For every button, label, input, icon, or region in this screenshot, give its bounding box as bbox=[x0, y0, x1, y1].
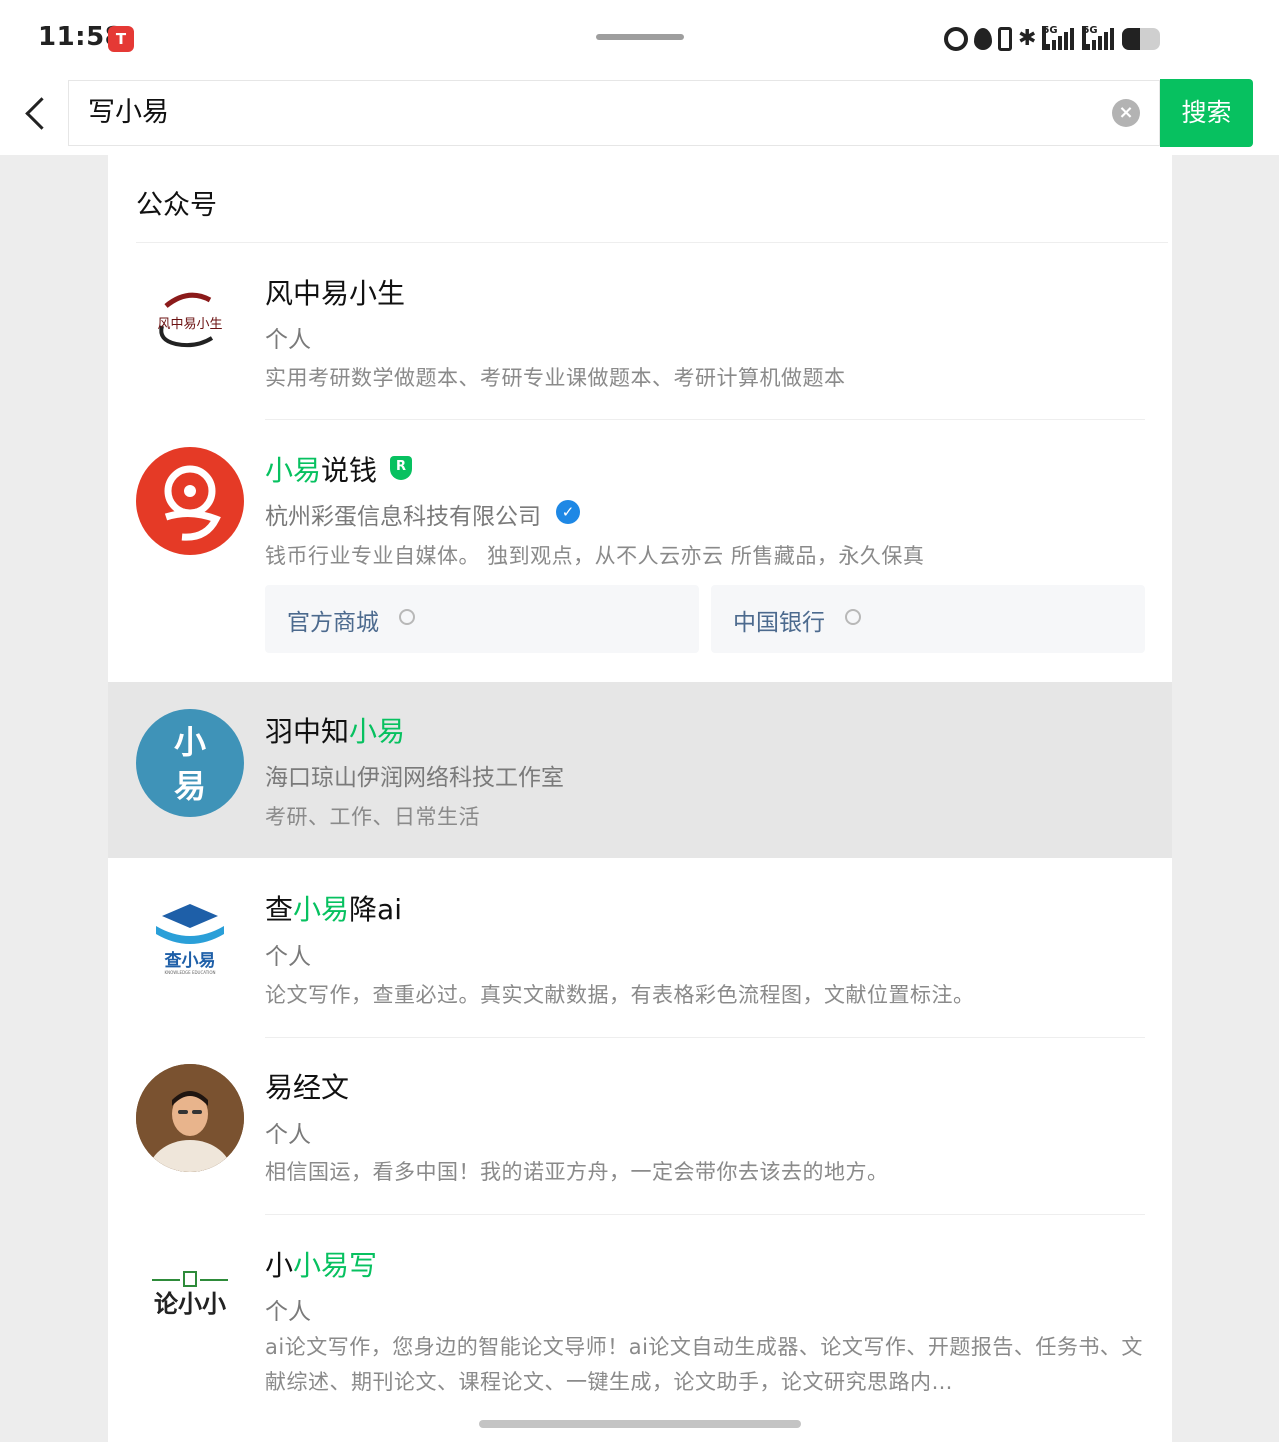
avatar-photo bbox=[136, 1064, 244, 1172]
svg-text:查小易: 查小易 bbox=[164, 950, 216, 971]
location-icon bbox=[974, 28, 992, 50]
account-name: 羽中知小易 bbox=[265, 715, 406, 748]
battery-icon bbox=[1122, 28, 1161, 50]
status-icons: ✱ 5G 5G bbox=[944, 24, 1161, 54]
divider bbox=[136, 242, 1168, 243]
account-type: 个人 bbox=[265, 1299, 311, 1325]
drag-handle[interactable] bbox=[596, 34, 684, 40]
svg-text:论小小: 论小小 bbox=[154, 1290, 226, 1318]
company-name: 海口琼山伊润网络科技工作室 bbox=[265, 765, 564, 791]
account-name: 小易说钱 bbox=[265, 454, 378, 487]
signal-5g-icon: 5G bbox=[1042, 26, 1076, 52]
svg-text:风中易小生: 风中易小生 bbox=[157, 317, 222, 332]
avatar bbox=[136, 447, 244, 555]
account-description: 论文写作，查重必过。真实文献数据，有表格彩色流程图，文献位置标注。 bbox=[265, 983, 975, 1007]
verified-icon: ✓ bbox=[556, 500, 580, 524]
link-bank-of-china[interactable]: 中国银行 bbox=[711, 585, 1145, 653]
avatar: 风中易小生 bbox=[136, 268, 244, 376]
account-name: 风中易小生 bbox=[265, 277, 406, 310]
section-title: 公众号 bbox=[136, 190, 217, 221]
bluetooth-icon: ✱ bbox=[1018, 26, 1037, 51]
link-label: 中国银行 bbox=[733, 610, 825, 636]
link-label: 官方商城 bbox=[287, 610, 379, 636]
account-type: 个人 bbox=[265, 944, 311, 970]
back-icon[interactable] bbox=[16, 90, 56, 136]
account-description: 钱币行业专业自媒体。 独到观点，从不人云亦云 所售藏品，永久保真 bbox=[265, 544, 925, 568]
search-input[interactable]: 写小易 bbox=[88, 95, 988, 131]
account-name: 易经文 bbox=[265, 1071, 350, 1104]
registered-badge-icon: R bbox=[390, 456, 412, 480]
account-description: ai论文写作，您身边的智能论文导师！ai论文自动生成器、论文写作、开题报告、任务… bbox=[265, 1335, 1143, 1394]
svg-text:易: 易 bbox=[174, 767, 206, 805]
avatar: 查小易 KNOWLEDGE EDUCATION bbox=[136, 886, 244, 994]
search-button[interactable]: 搜索 bbox=[1160, 79, 1253, 147]
vibrate-icon bbox=[998, 27, 1012, 51]
divider bbox=[265, 419, 1145, 420]
account-description: 实用考研数学做题本、考研专业课做题本、考研计算机做题本 bbox=[265, 366, 846, 390]
account-description: 考研、工作、日常生活 bbox=[265, 805, 480, 829]
alarm-icon bbox=[944, 27, 968, 51]
account-description: 相信国运，看多中国！我的诺亚方舟，一定会带你去该去的地方。 bbox=[265, 1160, 889, 1184]
svg-text:小: 小 bbox=[174, 723, 206, 761]
home-indicator[interactable] bbox=[479, 1420, 801, 1428]
company-name: 杭州彩蛋信息科技有限公司 bbox=[265, 504, 541, 530]
svg-text:KNOWLEDGE EDUCATION: KNOWLEDGE EDUCATION bbox=[165, 970, 216, 975]
link-icon bbox=[399, 609, 415, 625]
avatar: 小 易 bbox=[136, 709, 244, 817]
divider bbox=[265, 1214, 1145, 1215]
link-official-store[interactable]: 官方商城 bbox=[265, 585, 699, 653]
clear-icon[interactable]: × bbox=[1112, 99, 1140, 127]
account-name: 查小易降ai bbox=[265, 893, 402, 926]
account-type: 个人 bbox=[265, 1122, 311, 1148]
account-type: 个人 bbox=[265, 327, 311, 353]
app-notification-icon: T bbox=[108, 26, 134, 52]
signal-5g-icon: 5G bbox=[1082, 26, 1116, 52]
account-name: 小小易写 bbox=[265, 1249, 378, 1282]
link-icon bbox=[845, 609, 861, 625]
divider bbox=[265, 1037, 1145, 1038]
avatar: 论小小 bbox=[136, 1242, 244, 1350]
